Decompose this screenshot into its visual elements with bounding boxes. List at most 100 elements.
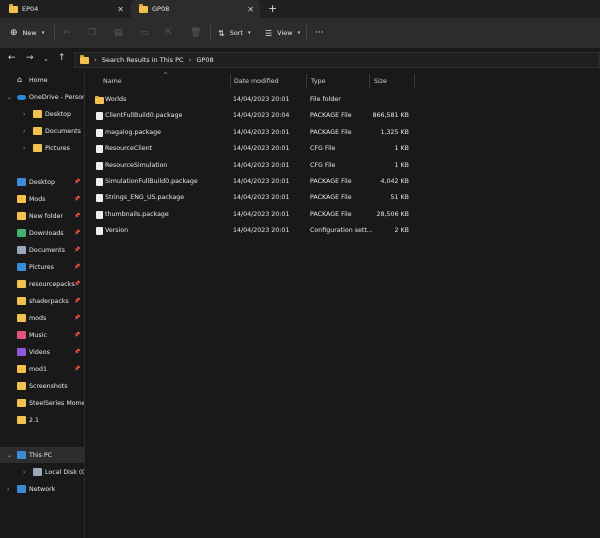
sidebar-item-label: Videos [29,348,50,356]
folder-icon [33,144,42,152]
close-tab-icon[interactable]: ✕ [247,5,254,14]
chevron-right-icon[interactable]: › [23,111,25,118]
recent-locations-chevron-icon[interactable]: ⌄ [43,55,49,63]
paste-button[interactable]: ▤ [114,18,123,48]
file-row[interactable]: thumbnails.package 14/04/2023 20:01 PACKAG… [85,207,415,223]
file-name: magalog.package [105,128,162,136]
file-date: 14/04/2023 20:01 [233,161,290,169]
file-icon [96,161,103,170]
sidebar-item-mods[interactable]: Mods 📌 [0,191,84,207]
sidebar-item-this-pc[interactable]: ⌄ This PC [0,447,84,463]
tab-label: EP04 [22,5,39,13]
pc-icon [17,451,26,459]
column-header-type[interactable]: Type [311,78,325,85]
share-icon: ⇱ [165,28,173,38]
folder-icon [33,110,42,118]
rename-button[interactable]: ▭ [140,18,149,48]
more-options-button[interactable]: ··· [315,18,324,48]
sidebar-item-pictures[interactable]: Pictures 📌 [0,259,84,275]
cut-button[interactable]: ✂ [63,18,71,48]
sidebar-item-label: Mods [29,195,46,203]
file-row[interactable]: Version 14/04/2023 20:01 Configuration set… [85,223,415,239]
cut-icon: ✂ [63,28,71,38]
column-divider[interactable] [414,74,415,88]
sidebar-item-network[interactable]: › Network [0,481,84,497]
delete-button[interactable]: 🗑 [190,18,201,48]
up-arrow-icon[interactable]: ↑ [58,53,66,63]
tab-ep04[interactable]: EP04 ✕ [0,0,130,18]
tab-gp08[interactable]: GP08 ✕ [131,0,260,18]
sidebar-item-pictures[interactable]: › Pictures [0,140,84,156]
column-header-date[interactable]: Date modified [234,78,279,85]
sort-icon: ⇅ [218,28,225,38]
sidebar-item-steelseries-momen[interactable]: SteelSeries Momen [0,395,84,411]
forward-arrow-icon[interactable]: → [26,53,34,63]
back-arrow-icon[interactable]: ← [8,53,16,63]
sort-button[interactable]: ⇅ Sort ▾ [218,18,251,48]
folder-icon [80,55,89,64]
folder-icon [17,297,26,305]
plus-circle-icon: ⊕ [10,28,18,38]
sidebar-item-desktop[interactable]: › Desktop [0,106,84,122]
sidebar-item-resourcepacks[interactable]: resourcepacks 📌 [0,276,84,292]
breadcrumb-search-results[interactable]: Search Results in This PC [102,56,184,64]
file-row[interactable]: magalog.package 14/04/2023 20:01 PACKAGE F… [85,125,415,141]
pin-icon: 📌 [74,196,81,202]
command-bar: ⊕ New ▾ ✂ ❐ ▤ ▭ ⇱ 🗑 ⇅ Sort ▾ ☰ View ▾ ··… [0,18,600,48]
chevron-right-icon[interactable]: › [23,469,25,476]
column-header-name[interactable]: Name [103,78,122,85]
file-name: ResourceSimulation [105,161,168,169]
sidebar-item-new-folder[interactable]: New folder 📌 [0,208,84,224]
sidebar-item-home[interactable]: ⌂ Home [0,72,84,88]
file-row[interactable]: ResourceClient 14/04/2023 20:01 CFG File 1 … [85,141,415,157]
sidebar-item-desktop[interactable]: Desktop 📌 [0,174,84,190]
column-divider[interactable] [230,74,231,88]
file-date: 14/04/2023 20:01 [233,210,290,218]
pictures-icon [17,263,26,271]
sidebar-item-music[interactable]: Music 📌 [0,327,84,343]
sidebar-item-local-disk-c[interactable]: › Local Disk (C:) [0,464,84,480]
new-button[interactable]: ⊕ New ▾ [10,18,44,48]
chevron-down-icon[interactable]: ⌄ [7,452,12,459]
file-icon [96,128,103,137]
sidebar-item-downloads[interactable]: Downloads 📌 [0,225,84,241]
file-row[interactable]: Strings_ENG_US.package 14/04/2023 20:01 PA… [85,190,415,206]
file-row[interactable]: SimulationFullBuild0.package 14/04/2023 2… [85,174,415,190]
file-size: 1 KB [394,161,409,169]
file-date: 14/04/2023 20:01 [233,178,290,185]
column-header-size[interactable]: Size [374,78,387,85]
chevron-down-icon[interactable]: ⌄ [7,94,12,101]
file-row[interactable]: ResourceSimulation 14/04/2023 20:01 CFG Fi… [85,158,415,174]
chevron-right-icon[interactable]: › [23,145,25,152]
sidebar-item-documents[interactable]: Documents 📌 [0,242,84,258]
folder-icon [17,195,26,203]
file-row[interactable]: Worlds 14/04/2023 20:01 File folder [85,92,415,108]
chevron-right-icon[interactable]: › [23,128,25,135]
sidebar-item-label: Pictures [29,263,54,271]
sidebar-item-mod1[interactable]: mod1 📌 [0,361,84,377]
breadcrumb-gp08[interactable]: GP08 [196,56,213,64]
sidebar-item-onedrive-persona[interactable]: ⌄ OneDrive - Persona [0,89,84,105]
sidebar-item-documents[interactable]: › Documents [0,123,84,139]
chevron-down-icon: ▾ [248,30,251,36]
disk-icon [33,468,42,476]
sidebar-item-videos[interactable]: Videos 📌 [0,344,84,360]
sidebar-item-mods[interactable]: mods 📌 [0,310,84,326]
view-button[interactable]: ☰ View ▾ [265,18,300,48]
new-label: New [22,29,37,37]
copy-button[interactable]: ❐ [88,18,96,48]
file-row[interactable]: ClientFullBuild0.package 14/04/2023 20:04… [85,108,415,124]
sidebar-item-screenshots[interactable]: Screenshots [0,378,84,394]
column-divider[interactable] [369,74,370,88]
close-tab-icon[interactable]: ✕ [117,5,124,14]
address-bar[interactable]: › Search Results in This PC › GP08 [74,52,600,68]
chevron-right-icon[interactable]: › [7,486,9,493]
folder-icon [17,314,26,322]
share-button[interactable]: ⇱ [165,18,173,48]
new-tab-button[interactable]: + [268,2,277,15]
file-icon [96,194,103,203]
sidebar-item-2-1[interactable]: 2.1 [0,412,84,428]
breadcrumb-separator: › [94,56,97,64]
sidebar-item-shaderpacks[interactable]: shaderpacks 📌 [0,293,84,309]
column-divider[interactable] [306,74,307,88]
